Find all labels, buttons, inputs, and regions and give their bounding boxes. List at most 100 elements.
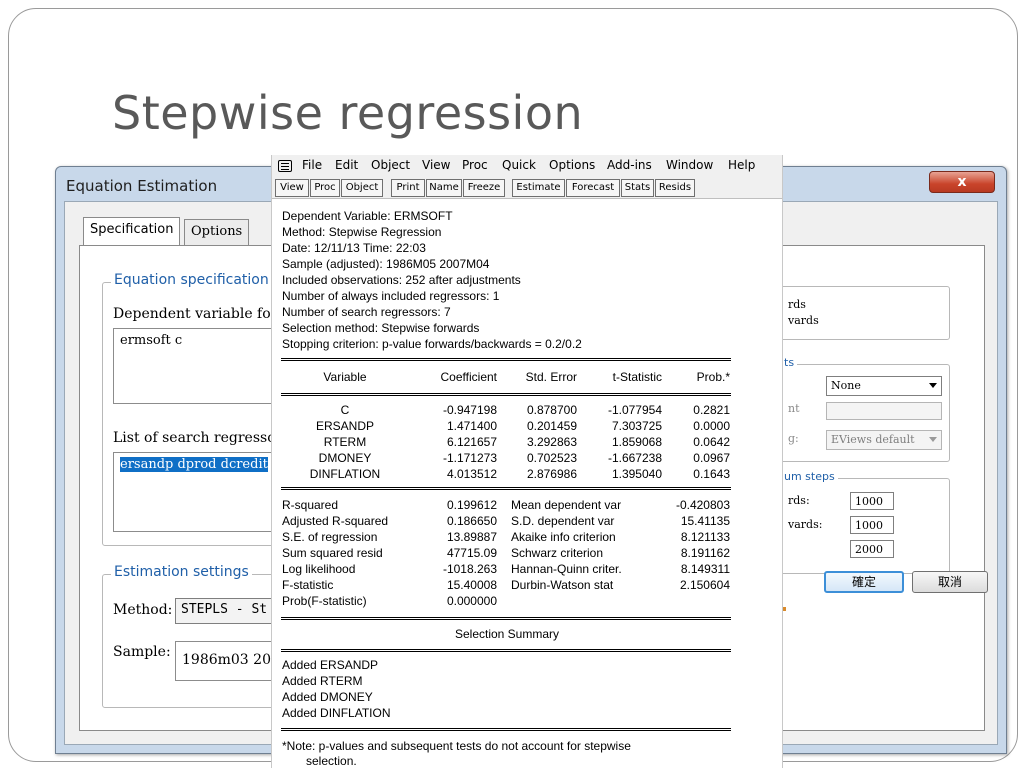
table-rule (281, 617, 731, 620)
header-line: Date: 12/11/13 Time: 22:03 (282, 241, 426, 255)
stat-value: 8.121133 (680, 530, 730, 544)
window-menu-icon[interactable] (278, 160, 292, 172)
dependent-variable-value: ermsoft c (120, 333, 183, 348)
row-t-statistic: 1.859068 (611, 435, 662, 449)
dependent-variable-label: Dependent variable foll (113, 306, 280, 322)
footnote-line: selection. (306, 754, 357, 768)
row-std-error: 0.878700 (526, 403, 577, 417)
selection-step: Added ERSANDP (282, 658, 379, 672)
row-coefficient: 4.013512 (446, 467, 497, 481)
row-std-error: 3.292863 (526, 435, 577, 449)
menu-options[interactable]: Options (549, 158, 595, 172)
header-line: Method: Stepwise Regression (282, 225, 442, 239)
stat-value: 8.191162 (680, 546, 730, 560)
chevron-down-icon (929, 383, 937, 388)
resids-button[interactable]: Resids (655, 179, 695, 197)
row-t-statistic: -1.667238 (607, 451, 662, 465)
scaling-label: g: (788, 432, 799, 445)
tab-options[interactable]: Options (184, 219, 250, 245)
backward-steps-input[interactable]: 1000 (850, 516, 894, 534)
header-line: Selection method: Stepwise forwards (282, 321, 480, 335)
weights-type-select[interactable]: None (826, 376, 942, 396)
total-steps-value: 2000 (855, 543, 883, 556)
row-prob: 0.0000 (693, 419, 730, 433)
search-regressors-label: List of search regressors (113, 430, 290, 446)
row-std-error: 2.876986 (526, 467, 577, 481)
row-t-statistic: 7.303725 (611, 419, 662, 433)
backwards-radio-label[interactable]: vards (788, 314, 819, 327)
table-rule (281, 728, 731, 731)
menu-edit[interactable]: Edit (335, 158, 358, 172)
scaling-select[interactable]: EViews default (826, 430, 942, 450)
stat-value: 15.40008 (446, 578, 497, 592)
stat-label: S.D. dependent var (511, 514, 615, 528)
forwards-radio-label[interactable]: rds (788, 298, 806, 311)
tab-specification[interactable]: Specification (83, 217, 181, 245)
name-button[interactable]: Name (426, 179, 462, 197)
row-std-error: 0.702523 (526, 451, 577, 465)
freeze-button[interactable]: Freeze (463, 179, 505, 197)
stat-value: -1018.263 (442, 562, 497, 576)
weight-series-label: nt (788, 402, 800, 415)
row-coefficient: 1.471400 (446, 419, 497, 433)
stat-value: 2.150604 (679, 578, 730, 592)
row-coefficient: -1.171273 (442, 451, 497, 465)
forward-steps-label: rds: (788, 494, 810, 507)
search-regressors-value: ersandp dprod dcredit (120, 457, 268, 472)
cancel-button[interactable]: 取消 (912, 571, 988, 593)
menu-help[interactable]: Help (728, 158, 755, 172)
row-prob: 0.0642 (693, 435, 730, 449)
menu-file[interactable]: File (302, 158, 322, 172)
stat-label: Log likelihood (282, 562, 356, 576)
row-variable: C (340, 403, 350, 417)
forecast-button[interactable]: Forecast (566, 179, 620, 197)
method-value: STEPLS - St (181, 602, 268, 617)
row-prob: 0.1643 (693, 467, 730, 481)
menu-window[interactable]: Window (666, 158, 713, 172)
row-variable: DMONEY (318, 451, 372, 465)
stat-value: 47715.09 (446, 546, 497, 560)
row-std-error: 0.201459 (526, 419, 577, 433)
sample-value: 1986m03 20( (182, 652, 277, 668)
menu-view[interactable]: View (422, 158, 450, 172)
print-button[interactable]: Print (391, 179, 425, 197)
proc-button[interactable]: Proc (310, 179, 340, 197)
forward-steps-input[interactable]: 1000 (850, 492, 894, 510)
stat-value: 13.89887 (446, 530, 497, 544)
weights-legend: ts (781, 356, 798, 369)
equation-specification-legend: Equation specification (111, 272, 272, 288)
table-rule (281, 487, 731, 490)
object-button[interactable]: Object (341, 179, 383, 197)
table-rule (281, 393, 731, 396)
row-t-statistic: -1.077954 (607, 403, 662, 417)
stat-value: 8.149311 (680, 562, 730, 576)
menu-quick[interactable]: Quick (502, 158, 536, 172)
header-line: Number of search regressors: 7 (282, 305, 451, 319)
stat-label: S.E. of regression (282, 530, 378, 544)
view-button[interactable]: View (275, 179, 309, 197)
selection-step: Added RTERM (282, 674, 363, 688)
close-button[interactable]: x (929, 171, 995, 193)
stat-value: 0.000000 (446, 594, 497, 608)
selection-step: Added DMONEY (282, 690, 373, 704)
menu-proc[interactable]: Proc (462, 158, 488, 172)
stat-label: Akaike info criterion (511, 530, 616, 544)
row-prob: 0.2821 (693, 403, 730, 417)
stat-value: 0.199612 (446, 498, 497, 512)
stats-button[interactable]: Stats (621, 179, 654, 197)
method-label: Method: (113, 602, 173, 618)
backward-steps-label: vards: (788, 518, 823, 531)
selection-summary-title: Selection Summary (454, 627, 560, 641)
col-std-error: Std. Error (525, 370, 577, 384)
ok-button[interactable]: 確定 (824, 571, 904, 593)
weight-series-input[interactable] (826, 402, 942, 420)
estimate-button[interactable]: Estimate (512, 179, 565, 197)
sample-label: Sample: (113, 644, 171, 660)
total-steps-input[interactable]: 2000 (850, 540, 894, 558)
backward-steps-value: 1000 (855, 519, 883, 532)
header-line: Included observations: 252 after adjustm… (282, 273, 521, 287)
row-coefficient: 6.121657 (446, 435, 497, 449)
stat-value: 15.41135 (680, 514, 730, 528)
menu-add-ins[interactable]: Add-ins (607, 158, 652, 172)
menu-object[interactable]: Object (371, 158, 410, 172)
